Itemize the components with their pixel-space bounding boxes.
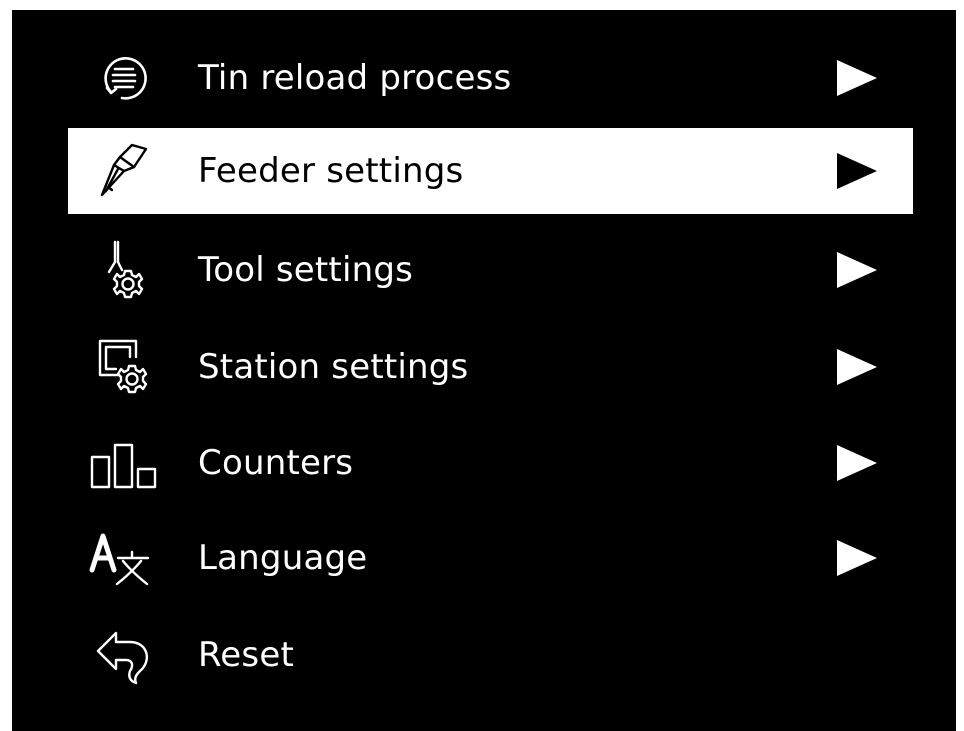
reset-icon: [94, 625, 154, 685]
submenu-arrow-icon: [835, 538, 879, 578]
menu-item-label: Station settings: [198, 347, 469, 387]
menu-item-feeder-settings[interactable]: Feeder settings: [68, 128, 913, 214]
counters-icon: [90, 433, 157, 493]
submenu-arrow-icon: [835, 151, 879, 191]
menu-item-tin-reload-process[interactable]: Tin reload process: [68, 35, 913, 121]
tin-reload-icon: [94, 48, 154, 108]
submenu-arrow-icon: [835, 250, 879, 290]
menu-item-language[interactable]: Language: [68, 515, 913, 601]
station-settings-icon: [94, 337, 154, 397]
menu-item-label: Reset: [198, 635, 294, 675]
menu-item-label: Counters: [198, 443, 354, 483]
menu-item-reset[interactable]: Reset: [68, 612, 913, 698]
menu-item-label: Tool settings: [198, 250, 414, 290]
feeder-icon: [94, 141, 154, 201]
menu-item-counters[interactable]: Counters: [68, 420, 913, 506]
menu-screen: Tin reload process Feeder settings Tool …: [12, 10, 956, 731]
submenu-arrow-icon: [835, 347, 879, 387]
tool-settings-icon: [94, 240, 154, 300]
menu-item-station-settings[interactable]: Station settings: [68, 324, 913, 410]
language-icon: [89, 528, 154, 588]
menu-item-label: Feeder settings: [198, 151, 464, 191]
menu-item-label: Language: [198, 538, 368, 578]
menu-item-label: Tin reload process: [198, 58, 512, 98]
menu-item-tool-settings[interactable]: Tool settings: [68, 227, 913, 313]
submenu-arrow-icon: [835, 58, 879, 98]
submenu-arrow-icon: [835, 443, 879, 483]
